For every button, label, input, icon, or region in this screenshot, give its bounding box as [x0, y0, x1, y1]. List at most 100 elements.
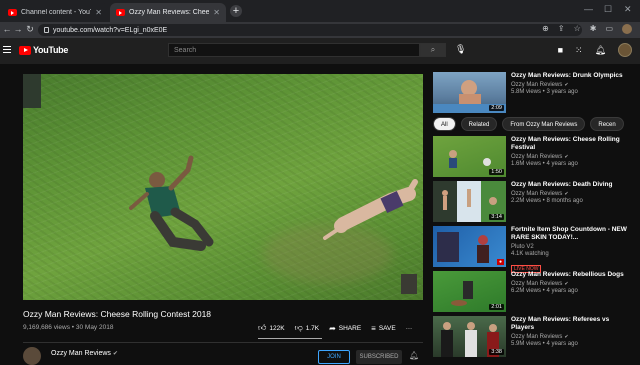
verified-check-icon: ✔ — [564, 334, 569, 340]
forward-icon[interactable]: → — [13, 24, 23, 34]
recommendation-views: 2.2M views • 8 months ago — [511, 198, 583, 204]
more-dots-icon: ··· — [405, 324, 413, 332]
recommendation-views: 6.2M views • 4 years ago — [511, 288, 578, 294]
masthead-actions: ■ ⁙ 🔔︎ — [558, 43, 632, 57]
chip-recent[interactable]: Recen — [590, 117, 624, 131]
video-duration: 2:01 — [489, 304, 504, 310]
recommendation-title[interactable]: Ozzy Man Reviews: Referees vs Players — [511, 316, 631, 332]
thumbs-up-icon: 👍︎ — [258, 323, 267, 332]
recommendation-item[interactable]: ● Fortnite Item Shop Countdown - NEW RAR… — [433, 226, 633, 273]
search-input[interactable]: Search — [168, 43, 420, 57]
video-thumbnail[interactable]: 3:38 — [433, 316, 506, 357]
recommendation-title[interactable]: Ozzy Man Reviews: Rebellious Dogs — [511, 271, 631, 279]
youtube-favicon-icon — [8, 9, 17, 16]
channel-row: Ozzy Man Reviews ✔ JOIN SUBSCRIBED 🔔︎ — [23, 347, 423, 365]
recommendation-channel[interactable]: Ozzy Man Reviews ✔ — [511, 154, 631, 160]
like-button[interactable]: 👍︎ 122K — [258, 323, 285, 333]
channel-avatar[interactable] — [23, 347, 41, 365]
close-tab-icon[interactable]: ✕ — [213, 8, 220, 17]
verified-check-icon: ✔ — [564, 191, 569, 197]
youtube-masthead: YouTube Search ⌕ 🎙︎ ■ ⁙ 🔔︎ — [0, 38, 640, 64]
metadata-divider — [23, 342, 423, 343]
recommendation-item[interactable]: 2:01 Ozzy Man Reviews: Rebellious Dogs O… — [433, 271, 633, 313]
reload-icon[interactable]: ↻ — [25, 24, 35, 35]
save-button[interactable]: ≡ SAVE — [371, 324, 396, 333]
maximize-icon[interactable]: ☐ — [604, 4, 612, 15]
video-thumbnail[interactable]: 2:01 — [433, 271, 506, 312]
hamburger-menu-icon[interactable] — [3, 46, 11, 55]
recommendation-item[interactable]: 1:50 Ozzy Man Reviews: Cheese Rolling Fe… — [433, 136, 633, 178]
chip-all[interactable]: All — [433, 117, 456, 131]
apps-grid-icon[interactable]: ⁙ — [575, 45, 583, 56]
sliding-runner-figure — [323, 179, 418, 240]
share-page-icon[interactable]: ⇪ — [558, 24, 565, 34]
recommendation-title[interactable]: Ozzy Man Reviews: Death Diving — [511, 181, 631, 189]
microphone-icon[interactable]: 🎙︎ — [455, 44, 466, 55]
recommendation-title[interactable]: Fortnite Item Shop Countdown - NEW RARE … — [511, 226, 631, 242]
sidepanel-icon[interactable]: ▭ — [605, 24, 613, 34]
recommendation-item[interactable]: 3:38 Ozzy Man Reviews: Referees vs Playe… — [433, 316, 633, 358]
video-actions: 👍︎ 122K 👎︎ 1.7K ➦ SHARE ≡ SAVE ··· — [258, 323, 412, 333]
recommendation-channel[interactable]: Ozzy Man Reviews ✔ — [511, 191, 631, 197]
minimize-icon[interactable]: — — [584, 4, 593, 14]
logo-text: YouTube — [33, 45, 69, 55]
recommendation-item[interactable]: 2:09 Ozzy Man Reviews: Drunk Olympics Oz… — [433, 72, 633, 114]
browser-tab-studio[interactable]: Channel content - YouTube Studio ✕ — [2, 3, 108, 22]
verified-check-icon: ✔ — [564, 281, 569, 287]
recommendation-views: 5.9M views • 4 years ago — [511, 341, 578, 347]
video-thumbnail[interactable]: ● — [433, 226, 506, 267]
video-views-date: 9,169,686 views • 30 May 2018 — [23, 324, 114, 331]
video-duration: 1:50 — [489, 169, 504, 175]
like-count: 122K — [269, 324, 285, 332]
save-label: SAVE — [378, 324, 396, 332]
recommendation-item[interactable]: 3:14 Ozzy Man Reviews: Death Diving Ozzy… — [433, 181, 633, 223]
share-arrow-icon: ➦ — [329, 323, 336, 333]
recommendation-channel[interactable]: Pluto V2 — [511, 244, 631, 250]
close-window-icon[interactable]: ✕ — [624, 4, 632, 15]
back-icon[interactable]: ← — [2, 24, 12, 34]
youtube-logo[interactable]: YouTube — [19, 45, 68, 55]
filter-chips: All Related From Ozzy Man Reviews Recen — [433, 117, 640, 131]
search-icon: ⌕ — [430, 45, 436, 54]
bookmark-star-icon[interactable]: ☆ — [574, 24, 581, 34]
more-actions-button[interactable]: ··· — [406, 325, 413, 332]
video-thumbnail[interactable]: 1:50 — [433, 136, 506, 177]
google-lens-icon[interactable]: ⊕ — [542, 24, 549, 34]
close-tab-icon[interactable]: ✕ — [95, 8, 102, 17]
browser-actions: ⊕ ⇪ ☆ ✱ ▭ — [542, 24, 632, 34]
recommendation-channel[interactable]: Ozzy Man Reviews ✔ — [511, 82, 631, 88]
recommendation-channel[interactable]: Ozzy Man Reviews ✔ — [511, 281, 631, 287]
address-bar[interactable]: youtube.com/watch?v=ELgi_n0xE0E — [38, 24, 582, 36]
chip-from-channel[interactable]: From Ozzy Man Reviews — [502, 117, 586, 131]
subscribed-button[interactable]: SUBSCRIBED — [356, 350, 402, 364]
video-player[interactable] — [23, 74, 423, 300]
share-label: SHARE — [338, 324, 362, 332]
verified-check-icon: ✔ — [564, 154, 569, 160]
video-thumbnail[interactable]: 2:09 — [433, 72, 506, 113]
video-thumbnail[interactable]: 3:14 — [433, 181, 506, 222]
account-avatar[interactable] — [618, 43, 632, 57]
extensions-icon[interactable]: ✱ — [590, 24, 597, 34]
video-title: Ozzy Man Reviews: Cheese Rolling Contest… — [23, 309, 212, 319]
thumbs-down-icon: 👎︎ — [294, 323, 303, 332]
notifications-bell-icon[interactable]: 🔔︎ — [595, 45, 606, 56]
browser-toolbar: ← → ↻ youtube.com/watch?v=ELgi_n0xE0E ⊕ … — [0, 22, 640, 38]
recommendation-title[interactable]: Ozzy Man Reviews: Drunk Olympics — [511, 72, 631, 80]
browser-profile-avatar[interactable] — [622, 24, 632, 34]
search-button[interactable]: ⌕ — [420, 43, 446, 57]
tumbling-runner-figure — [129, 155, 214, 251]
notification-bell-icon[interactable]: 🔔︎ — [409, 351, 419, 360]
tab-title: Ozzy Man Reviews: Cheese Rollin — [129, 9, 210, 16]
create-video-icon[interactable]: ■ — [558, 45, 563, 55]
lock-icon — [44, 27, 49, 33]
join-button[interactable]: JOIN — [318, 350, 350, 364]
recommendation-title[interactable]: Ozzy Man Reviews: Cheese Rolling Festiva… — [511, 136, 631, 152]
browser-tab-video[interactable]: Ozzy Man Reviews: Cheese Rollin ✕ — [110, 3, 226, 22]
video-duration: 3:14 — [489, 214, 504, 220]
dislike-button[interactable]: 👎︎ 1.7K — [295, 323, 320, 333]
share-button[interactable]: ➦ SHARE — [329, 324, 361, 333]
recommendation-channel[interactable]: Ozzy Man Reviews ✔ — [511, 334, 631, 340]
chip-related[interactable]: Related — [460, 117, 498, 131]
new-tab-button[interactable]: + — [230, 5, 242, 17]
channel-name[interactable]: Ozzy Man Reviews ✔ — [51, 350, 118, 357]
